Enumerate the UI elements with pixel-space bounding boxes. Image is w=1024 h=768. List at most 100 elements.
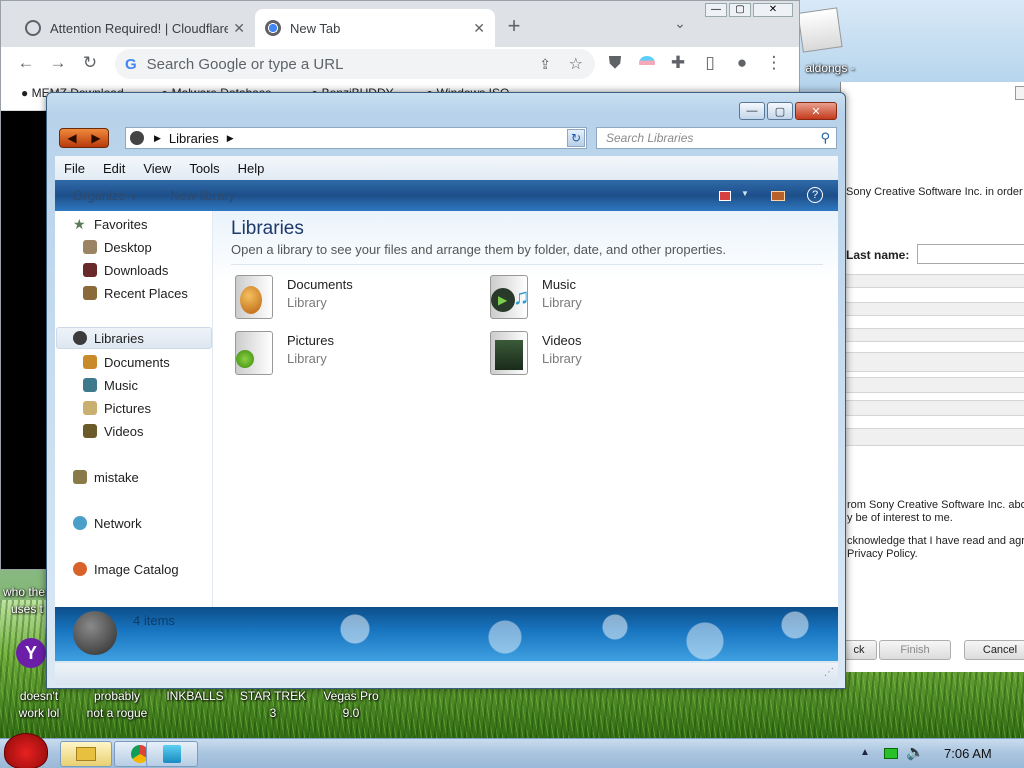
nav-network[interactable]: Network xyxy=(73,512,142,534)
nav-pictures[interactable]: Pictures xyxy=(83,397,151,419)
resize-grip-icon[interactable]: ⋰ xyxy=(824,667,834,678)
chrome-maximize-button[interactable]: ▢ xyxy=(729,3,751,17)
help-icon[interactable]: ? xyxy=(807,187,823,203)
nav-recent-places[interactable]: Recent Places xyxy=(83,282,188,304)
installer-field-band xyxy=(841,274,1024,288)
clock[interactable]: 7:06 AM xyxy=(944,746,992,761)
menu-help[interactable]: Help xyxy=(229,161,274,176)
library-videos[interactable]: Videos Library xyxy=(490,331,720,381)
cancel-button[interactable]: Cancel xyxy=(964,640,1024,660)
explorer-minimize-button[interactable]: — xyxy=(739,102,765,120)
library-documents[interactable]: Documents Library xyxy=(235,275,465,325)
menu-tools[interactable]: Tools xyxy=(180,161,228,176)
view-dropdown-icon[interactable]: ▼ xyxy=(741,189,749,198)
status-bar: ⋰ xyxy=(55,663,838,685)
refresh-button[interactable]: ↻ xyxy=(567,129,585,147)
address-bar[interactable]: ▶ Libraries ▶ ▼ xyxy=(125,127,587,149)
downloads-icon xyxy=(83,263,97,277)
bookmark-star-icon[interactable]: ☆ xyxy=(569,54,583,74)
menu-edit[interactable]: Edit xyxy=(94,161,134,176)
nav-libraries[interactable]: Libraries xyxy=(56,327,212,349)
desktop-shortcut-label: aldongs - xyxy=(805,61,855,75)
installer-maximize-button[interactable] xyxy=(1015,86,1024,100)
reload-icon[interactable]: ↻ xyxy=(79,53,101,73)
installer-text-1: Sony Creative Software Inc. in order xyxy=(846,186,1023,198)
preview-pane-icon[interactable] xyxy=(771,191,785,201)
view-options-icon[interactable] xyxy=(719,191,731,201)
tab-cloudflare[interactable]: Attention Required! | Cloudflare ✕ xyxy=(15,9,255,47)
side-panel-icon[interactable]: ▯ xyxy=(699,53,721,73)
desktop-icon-label[interactable]: INKBALLS xyxy=(160,688,230,705)
nav-documents[interactable]: Documents xyxy=(83,351,170,373)
folder-icon xyxy=(76,747,96,761)
breadcrumb-libraries[interactable]: Libraries xyxy=(169,131,219,146)
menu-kebab-icon[interactable]: ⋮ xyxy=(763,53,785,73)
yahoo-icon[interactable]: Y xyxy=(16,638,46,668)
extensions-puzzle-icon[interactable]: ✚ xyxy=(667,53,689,73)
desktop-icon-label[interactable]: doesn't work lol xyxy=(2,688,76,722)
explorer-close-button[interactable]: ✕ xyxy=(795,102,837,120)
nav-downloads[interactable]: Downloads xyxy=(83,259,168,281)
nav-back-forward-buttons[interactable]: ◀ ▶ xyxy=(59,128,109,148)
nav-music[interactable]: Music xyxy=(83,374,138,396)
finish-button[interactable]: Finish xyxy=(879,640,951,660)
taskbar-explorer-button[interactable] xyxy=(60,741,112,767)
volume-icon[interactable]: 🔈 xyxy=(906,743,925,761)
music-icon xyxy=(83,378,97,392)
chrome-close-button[interactable]: ✕ xyxy=(753,3,793,17)
close-tab-icon[interactable]: ✕ xyxy=(473,20,485,37)
back-arrow-icon[interactable]: ← xyxy=(15,53,37,73)
last-name-field[interactable] xyxy=(917,244,1024,264)
extension-flag-icon[interactable] xyxy=(639,56,655,70)
content-pane: Libraries Open a library to see your fil… xyxy=(213,211,838,607)
desktop-text: uses t xyxy=(10,602,43,616)
search-icon[interactable]: ⚲ xyxy=(820,130,830,146)
omnibox[interactable]: G Search Google or type a URL ⇪ ☆ xyxy=(115,49,595,79)
installer-field-band xyxy=(841,400,1024,416)
desktop-shortcut-icon[interactable] xyxy=(797,7,843,53)
back-arrow-icon[interactable]: ◀ xyxy=(67,131,76,145)
share-icon[interactable]: ⇪ xyxy=(539,56,551,73)
back-button[interactable]: ck xyxy=(841,640,877,660)
desktop-icon-label[interactable]: STAR TREK 3 xyxy=(236,688,310,722)
library-name: Music xyxy=(542,277,576,292)
installer-text-5: Privacy Policy. xyxy=(847,548,918,560)
forward-arrow-icon[interactable]: ▶ xyxy=(91,131,100,145)
breadcrumb-arrow-icon[interactable]: ▶ xyxy=(227,133,234,144)
explorer-maximize-button[interactable]: ▢ xyxy=(767,102,793,120)
library-name: Videos xyxy=(542,333,582,348)
menu-view[interactable]: View xyxy=(134,161,180,176)
search-input[interactable]: Search Libraries ⚲ xyxy=(596,127,837,149)
menu-bar: File Edit View Tools Help xyxy=(55,156,838,180)
library-name: Documents xyxy=(287,277,353,292)
tab-new-tab[interactable]: New Tab ✕ xyxy=(255,9,495,47)
network-tray-icon[interactable] xyxy=(884,748,898,759)
ublock-shield-icon[interactable]: ⛊ xyxy=(604,53,626,73)
chrome-minimize-button[interactable]: — xyxy=(705,3,727,17)
nav-mistake[interactable]: mistake xyxy=(73,466,139,488)
profile-avatar-icon[interactable]: ● xyxy=(731,53,753,73)
start-button-angry-bird-icon[interactable] xyxy=(4,733,48,768)
forward-arrow-icon[interactable]: → xyxy=(47,53,69,73)
nav-videos[interactable]: Videos xyxy=(83,420,144,442)
tab-search-chevron-icon[interactable]: ⌄ xyxy=(669,15,691,32)
nav-favorites[interactable]: ★ Favorites xyxy=(73,213,147,235)
libraries-large-icon xyxy=(73,611,117,655)
menu-file[interactable]: File xyxy=(55,161,94,176)
new-library-button[interactable]: New library xyxy=(170,188,235,203)
library-pictures[interactable]: Pictures Library xyxy=(235,331,465,381)
chrome-tab-strip: Attention Required! | Cloudflare ✕ New T… xyxy=(1,1,799,47)
desktop-icon-label[interactable]: Vegas Pro 9.0 xyxy=(314,688,388,722)
chrome-page-content xyxy=(4,112,48,567)
taskbar-app-button[interactable] xyxy=(146,741,198,767)
nav-desktop[interactable]: Desktop xyxy=(83,236,152,258)
organize-button[interactable]: Organize ▼ xyxy=(73,188,138,203)
new-tab-button[interactable]: + xyxy=(503,13,525,39)
show-hidden-icons-icon[interactable]: ▲ xyxy=(860,747,870,758)
close-tab-icon[interactable]: ✕ xyxy=(233,20,245,37)
library-music[interactable]: ▶ ♫ Music Library xyxy=(490,275,720,325)
nav-image-catalog[interactable]: Image Catalog xyxy=(73,558,179,580)
libraries-icon xyxy=(130,131,144,145)
items-count: 4 items xyxy=(133,613,175,628)
desktop-icon-label[interactable]: probably not a rogue xyxy=(78,688,156,722)
